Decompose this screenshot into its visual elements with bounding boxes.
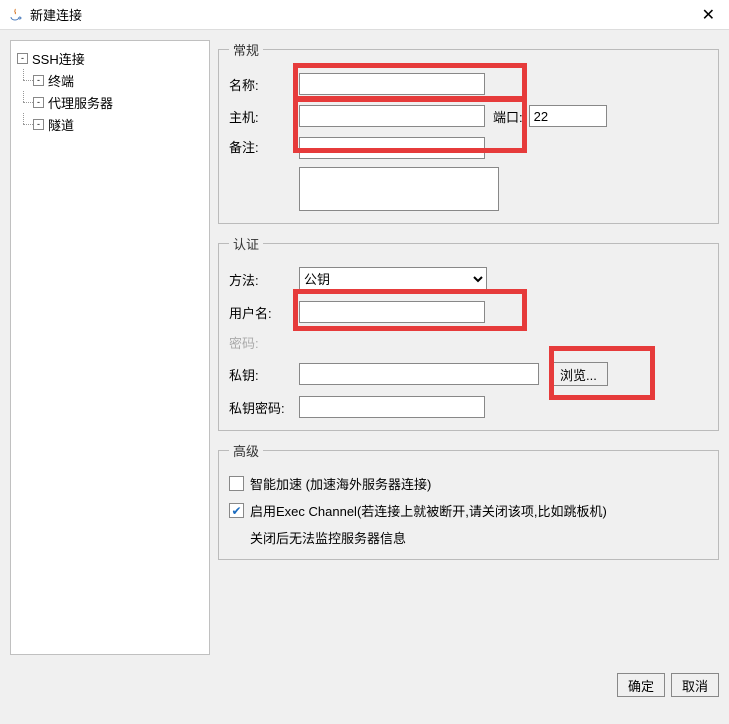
sidebar-item-label: 隧道 [48, 115, 74, 134]
advanced-legend: 高级 [229, 441, 263, 460]
sidebar-item-proxy[interactable]: - 代理服务器 [15, 91, 205, 113]
exec-checkbox[interactable] [229, 503, 244, 518]
privkey-label: 私钥: [229, 365, 299, 384]
dialog-window: 新建连接 ✕ - SSH连接 - 终端 - 代理服务器 - 隧道 [0, 0, 729, 707]
sidebar-item-terminal[interactable]: - 终端 [15, 69, 205, 91]
remark-label: 备注: [229, 137, 299, 156]
advanced-fieldset: 高级 智能加速 (加速海外服务器连接) 启用Exec Channel(若连接上就… [218, 441, 719, 560]
accel-label: 智能加速 (加速海外服务器连接) [250, 474, 431, 493]
accel-row: 智能加速 (加速海外服务器连接) [229, 474, 708, 493]
name-label: 名称: [229, 75, 299, 94]
ok-button[interactable]: 确定 [617, 673, 665, 697]
port-label: 端口: [493, 107, 523, 126]
sidebar-item-label: 代理服务器 [48, 93, 113, 112]
dialog-body: - SSH连接 - 终端 - 代理服务器 - 隧道 常规 [0, 30, 729, 665]
browse-button[interactable]: 浏览... [549, 362, 608, 386]
method-select[interactable]: 公钥 [299, 267, 487, 291]
passphrase-label: 私钥密码: [229, 398, 299, 417]
tree-toggle-icon[interactable]: - [33, 75, 44, 86]
name-row: 名称: [229, 73, 708, 95]
passphrase-row: 私钥密码: [229, 396, 708, 418]
general-legend: 常规 [229, 40, 263, 59]
port-input[interactable] [529, 105, 607, 127]
remark-textarea[interactable] [299, 167, 499, 211]
username-input[interactable] [299, 301, 485, 323]
auth-fieldset: 认证 方法: 公钥 用户名: 密码: 私钥: [218, 234, 719, 431]
tree-toggle-icon[interactable]: - [17, 53, 28, 64]
passphrase-input[interactable] [299, 396, 485, 418]
remark-row: 备注: [229, 137, 708, 211]
titlebar: 新建连接 ✕ [0, 0, 729, 30]
privkey-row: 私钥: 浏览... [229, 362, 708, 386]
accel-checkbox[interactable] [229, 476, 244, 491]
window-title: 新建连接 [30, 5, 82, 24]
close-icon[interactable]: ✕ [696, 5, 721, 25]
username-label: 用户名: [229, 303, 299, 322]
java-icon [8, 7, 24, 23]
sidebar-item-tunnel[interactable]: - 隧道 [15, 113, 205, 135]
tree-toggle-icon[interactable]: - [33, 119, 44, 130]
sidebar-item-label: SSH连接 [32, 49, 85, 68]
privkey-input[interactable] [299, 363, 539, 385]
username-row: 用户名: [229, 301, 708, 323]
general-fieldset: 常规 名称: 主机: 端口: 备注: [218, 40, 719, 224]
main-panel: 常规 名称: 主机: 端口: 备注: [218, 40, 719, 655]
method-label: 方法: [229, 270, 299, 289]
host-input[interactable] [299, 105, 485, 127]
sidebar: - SSH连接 - 终端 - 代理服务器 - 隧道 [10, 40, 210, 655]
cancel-button[interactable]: 取消 [671, 673, 719, 697]
footer: 确定 取消 [0, 665, 729, 707]
name-input[interactable] [299, 73, 485, 95]
tree-toggle-icon[interactable]: - [33, 97, 44, 108]
sidebar-item-ssh[interactable]: - SSH连接 [15, 47, 205, 69]
password-label: 密码: [229, 333, 299, 352]
auth-legend: 认证 [229, 234, 263, 253]
method-row: 方法: 公钥 [229, 267, 708, 291]
exec-row: 启用Exec Channel(若连接上就被断开,请关闭该项,比如跳板机) [229, 501, 708, 520]
exec-label: 启用Exec Channel(若连接上就被断开,请关闭该项,比如跳板机) [250, 501, 607, 520]
sidebar-item-label: 终端 [48, 71, 74, 90]
remark-input[interactable] [299, 137, 485, 159]
password-row: 密码: [229, 333, 708, 352]
host-label: 主机: [229, 107, 299, 126]
host-row: 主机: 端口: [229, 105, 708, 127]
exec-note: 关闭后无法监控服务器信息 [250, 528, 708, 547]
